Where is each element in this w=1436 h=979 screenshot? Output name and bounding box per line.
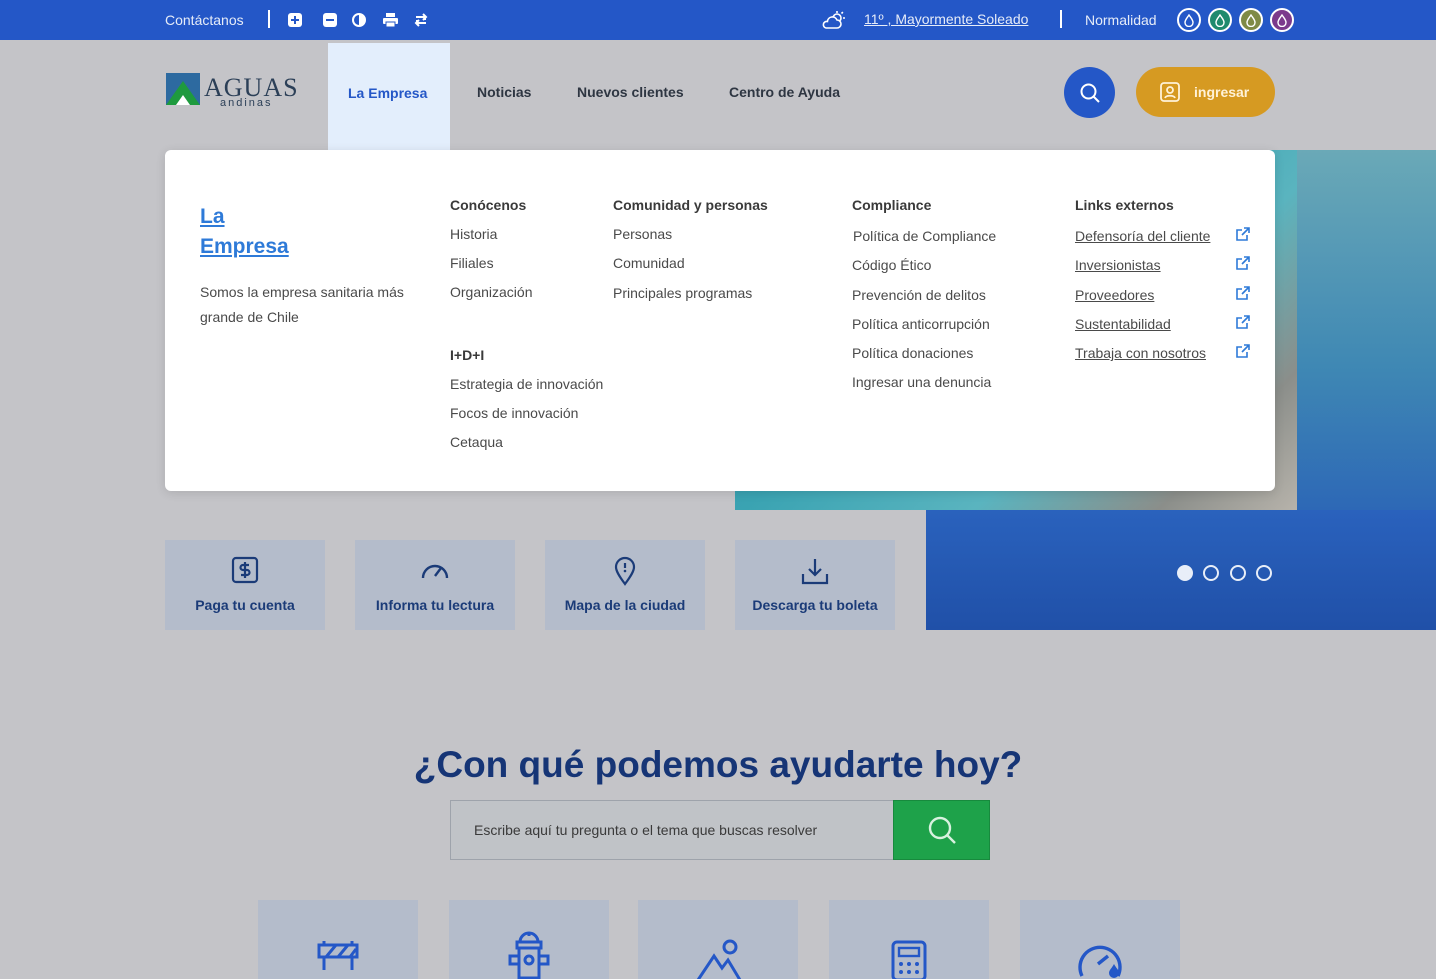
- link-sustentabilidad[interactable]: Sustentabilidad: [1075, 316, 1171, 332]
- carousel-dot-1[interactable]: [1177, 565, 1193, 581]
- link-trabaja-con-nosotros[interactable]: Trabaja con nosotros: [1075, 345, 1206, 361]
- search-icon: [928, 816, 956, 844]
- water-status-drop-olive-icon[interactable]: [1239, 8, 1263, 32]
- water-status-drop-green-icon[interactable]: [1208, 8, 1232, 32]
- aguas-andinas-logo[interactable]: AGUAS andinas: [166, 73, 298, 109]
- divider: [1060, 10, 1062, 28]
- link-personas[interactable]: Personas: [613, 226, 672, 242]
- help-search-input[interactable]: Escribe aquí tu pregunta o el tema que b…: [450, 800, 894, 860]
- hero-image-side: [1297, 150, 1436, 510]
- hydrant-icon: [449, 930, 609, 979]
- quick-action-map[interactable]: Mapa de la ciudad: [545, 540, 705, 630]
- heading-comunidad: Comunidad y personas: [613, 197, 768, 213]
- print-icon[interactable]: [382, 12, 398, 28]
- link-comunidad[interactable]: Comunidad: [613, 255, 685, 271]
- link-principales-programas[interactable]: Principales programas: [613, 285, 752, 301]
- weather-cloud-sun-icon: [822, 10, 846, 33]
- help-card-hydrant[interactable]: [449, 900, 609, 979]
- link-politica-donaciones[interactable]: Política donaciones: [852, 345, 973, 361]
- quick-action-label: Descarga tu boleta: [752, 597, 878, 613]
- login-button[interactable]: ingresar: [1136, 67, 1275, 117]
- help-heading: ¿Con qué podemos ayudarte hoy?: [413, 744, 1023, 785]
- mega-title-line: Empresa: [200, 235, 289, 258]
- carousel-dot-4[interactable]: [1256, 565, 1272, 581]
- contrast-icon[interactable]: [351, 12, 367, 28]
- water-status-drop-purple-icon[interactable]: [1270, 8, 1294, 32]
- logo-mark-icon: [166, 73, 200, 105]
- quick-action-download[interactable]: Descarga tu boleta: [735, 540, 895, 630]
- heading-idi: I+D+I: [450, 347, 485, 363]
- nav-nuevos-clientes[interactable]: Nuevos clientes: [577, 84, 684, 100]
- nav-la-empresa-label: La Empresa: [348, 85, 428, 101]
- help-card-consumption[interactable]: [1020, 900, 1180, 979]
- heading-links-externos: Links externos: [1075, 197, 1174, 213]
- mega-menu-la-empresa: La Empresa Somos la empresa sanitaria má…: [165, 150, 1275, 491]
- mountain-icon: [638, 938, 798, 979]
- link-politica-compliance[interactable]: Política de Compliance: [853, 228, 996, 244]
- carousel-dot-3[interactable]: [1230, 565, 1246, 581]
- mega-title-line: La: [200, 205, 225, 228]
- external-link-icon[interactable]: [1236, 256, 1250, 270]
- search-icon: [1080, 83, 1100, 103]
- divider: [268, 10, 270, 28]
- help-card-landscape[interactable]: [638, 900, 798, 979]
- quick-action-label: Paga tu cuenta: [195, 597, 295, 613]
- help-search-button[interactable]: [893, 800, 990, 860]
- logo-subword: andinas: [220, 97, 273, 109]
- nav-centro-de-ayuda[interactable]: Centro de Ayuda: [729, 84, 840, 100]
- quick-action-reading[interactable]: Informa tu lectura: [355, 540, 515, 630]
- barrier-icon: [258, 930, 418, 970]
- zoom-out-icon[interactable]: [322, 12, 338, 28]
- download-icon: [735, 556, 895, 586]
- external-link-icon[interactable]: [1236, 286, 1250, 300]
- login-label: ingresar: [1194, 84, 1250, 100]
- top-utility-bar: Contáctanos 11º , Mayormente Soleado Nor…: [0, 0, 1436, 40]
- dollar-icon: [165, 556, 325, 586]
- heading-conocenos: Conócenos: [450, 197, 527, 213]
- link-focos-innovacion[interactable]: Focos de innovación: [450, 405, 578, 421]
- link-ingresar-denuncia[interactable]: Ingresar una denuncia: [852, 374, 991, 390]
- mega-description: Somos la empresa sanitaria más grande de…: [200, 284, 404, 325]
- zoom-in-icon[interactable]: [287, 12, 303, 28]
- reset-icon[interactable]: [413, 12, 429, 28]
- header-search-button[interactable]: [1064, 67, 1115, 118]
- quick-action-pay[interactable]: Paga tu cuenta: [165, 540, 325, 630]
- water-meter-icon: [1020, 938, 1180, 979]
- mega-title[interactable]: La Empresa: [200, 202, 289, 262]
- supply-status: Normalidad: [1085, 12, 1157, 28]
- heading-compliance: Compliance: [852, 197, 932, 213]
- water-status-drop-blue-icon[interactable]: [1177, 8, 1201, 32]
- link-historia[interactable]: Historia: [450, 226, 497, 242]
- link-defensoria-cliente[interactable]: Defensoría del cliente: [1075, 228, 1210, 244]
- link-cetaqua[interactable]: Cetaqua: [450, 434, 503, 450]
- link-inversionistas[interactable]: Inversionistas: [1075, 257, 1161, 273]
- user-icon: [1160, 82, 1180, 102]
- link-filiales[interactable]: Filiales: [450, 255, 494, 271]
- nav-noticias[interactable]: Noticias: [477, 84, 531, 100]
- link-proveedores[interactable]: Proveedores: [1075, 287, 1154, 303]
- contact-link[interactable]: Contáctanos: [165, 12, 244, 28]
- speedometer-icon: [355, 556, 515, 586]
- link-organizacion[interactable]: Organización: [450, 284, 533, 300]
- carousel-dot-2[interactable]: [1203, 565, 1219, 581]
- external-link-icon[interactable]: [1236, 227, 1250, 241]
- map-pin-icon: [545, 556, 705, 586]
- help-card-calculator[interactable]: [829, 900, 989, 979]
- calculator-icon: [829, 940, 989, 979]
- quick-action-label: Mapa de la ciudad: [564, 597, 686, 613]
- link-prevencion-delitos[interactable]: Prevención de delitos: [852, 287, 986, 303]
- weather-text[interactable]: 11º , Mayormente Soleado: [864, 11, 1028, 27]
- link-codigo-etico[interactable]: Código Ético: [852, 257, 931, 273]
- quick-action-label: Informa tu lectura: [375, 597, 495, 613]
- external-link-icon[interactable]: [1236, 344, 1250, 358]
- nav-la-empresa[interactable]: La Empresa: [328, 43, 450, 153]
- external-link-icon[interactable]: [1236, 315, 1250, 329]
- link-politica-anticorrupcion[interactable]: Política anticorrupción: [852, 316, 990, 332]
- link-estrategia-innovacion[interactable]: Estrategia de innovación: [450, 376, 603, 392]
- help-card-roadworks[interactable]: [258, 900, 418, 979]
